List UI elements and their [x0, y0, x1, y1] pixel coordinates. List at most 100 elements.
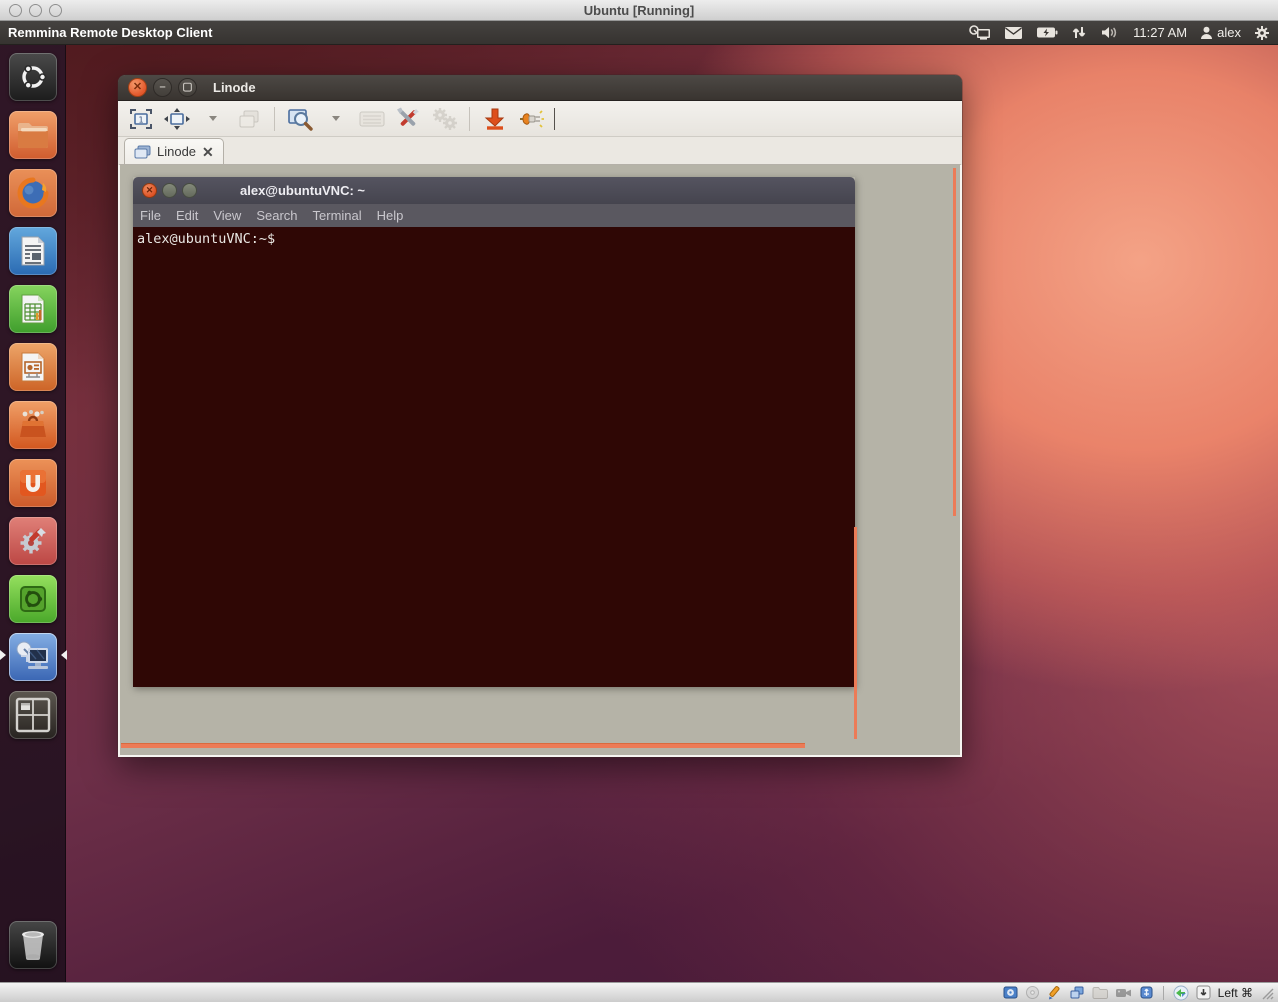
menubar-app-title[interactable]: Remmina Remote Desktop Client	[8, 25, 212, 40]
unity-launcher	[0, 45, 66, 982]
remmina-applet-icon[interactable]	[969, 25, 991, 41]
ubuntu-one-icon	[16, 466, 50, 500]
terminal-window-title: alex@ubuntuVNC: ~	[240, 183, 365, 198]
launcher-item-files[interactable]	[9, 111, 57, 159]
menu-view[interactable]: View	[213, 208, 241, 223]
terminal-close-button[interactable]: ✕	[142, 183, 157, 198]
disconnect-button[interactable]	[516, 105, 546, 133]
fullscreen-button[interactable]: 1	[126, 105, 156, 133]
user-icon	[1200, 26, 1213, 40]
statusbar-separator	[1163, 986, 1164, 1000]
remmina-tabbar: Linode ✕	[118, 137, 962, 164]
volume-icon[interactable]	[1100, 25, 1120, 40]
menu-help[interactable]: Help	[377, 208, 404, 223]
shared-folders-icon[interactable]	[1092, 986, 1108, 999]
terminal-minimize-button[interactable]	[162, 183, 177, 198]
usb-icon[interactable]	[1139, 985, 1154, 1000]
resize-grip[interactable]	[1260, 986, 1274, 1000]
network-traffic-icon[interactable]	[1071, 25, 1087, 40]
terminal-maximize-button[interactable]	[182, 183, 197, 198]
host-key-label: Left ⌘	[1218, 986, 1253, 1000]
tools-button[interactable]	[393, 105, 423, 133]
network-icon[interactable]	[1069, 985, 1085, 1000]
remmina-window-title: Linode	[213, 80, 256, 95]
fullscreen-icon: 1	[129, 108, 153, 130]
vbox-window-titlebar: Ubuntu [Running]	[0, 0, 1278, 21]
clock[interactable]: 11:27 AM	[1133, 25, 1187, 40]
remmina-window: ✕ – ▢ Linode 1	[118, 75, 962, 757]
mouse-integration-icon[interactable]	[1173, 985, 1189, 1001]
hard-disks-icon[interactable]	[1003, 985, 1018, 1000]
dropdown-arrow-icon	[332, 116, 340, 121]
terminal-titlebar[interactable]: ✕ alex@ubuntuVNC: ~	[133, 177, 855, 204]
tab-label: Linode	[157, 144, 196, 159]
firefox-icon	[15, 175, 51, 211]
launcher-item-workspace-switcher[interactable]	[9, 691, 57, 739]
vbox-window-title: Ubuntu [Running]	[0, 3, 1278, 18]
launcher-item-ubuntu-one[interactable]	[9, 459, 57, 507]
fit-window-dropdown[interactable]	[198, 105, 228, 133]
launcher-item-system-settings[interactable]	[9, 517, 57, 565]
scaled-magnifier-icon	[287, 107, 313, 131]
optical-drives-icon[interactable]	[1025, 985, 1040, 1000]
launcher-item-ubuntu-tweak[interactable]	[9, 575, 57, 623]
menu-search[interactable]: Search	[256, 208, 297, 223]
trash-icon	[18, 928, 48, 962]
tools-icon	[395, 106, 421, 132]
green-ubuntu-icon	[16, 582, 50, 616]
launcher-item-libreoffice-writer[interactable]	[9, 227, 57, 275]
session-gear-icon[interactable]	[1254, 25, 1270, 41]
remmina-close-button[interactable]: ✕	[128, 78, 147, 97]
disconnect-plug-icon	[518, 108, 544, 130]
host-key-state-icon[interactable]	[1196, 985, 1211, 1000]
user-name: alex	[1217, 25, 1241, 40]
vnc-redraw-artifact-horizontal	[121, 743, 805, 748]
remmina-titlebar[interactable]: ✕ – ▢ Linode	[118, 75, 962, 101]
tab-connection-icon	[134, 145, 151, 159]
focused-indicator-arrow	[61, 650, 67, 660]
launcher-item-dash-home[interactable]	[9, 53, 57, 101]
remmina-maximize-button[interactable]: ▢	[178, 78, 197, 97]
grab-keyboard-button[interactable]	[357, 105, 387, 133]
fit-window-button[interactable]	[162, 105, 192, 133]
vnc-redraw-artifact-vertical	[953, 168, 956, 516]
battery-icon[interactable]	[1036, 26, 1058, 39]
calc-spreadsheet-icon	[19, 293, 47, 325]
indicator-area: 11:27 AM alex	[969, 25, 1270, 41]
scaled-mode-button[interactable]	[285, 105, 315, 133]
user-menu[interactable]: alex	[1200, 25, 1241, 40]
software-center-bag-icon	[16, 408, 50, 442]
duplicate-connection-button[interactable]	[234, 105, 264, 133]
toolbar-separator	[469, 107, 470, 131]
launcher-item-libreoffice-calc[interactable]	[9, 285, 57, 333]
remmina-minimize-button[interactable]: –	[153, 78, 172, 97]
launcher-item-trash[interactable]	[9, 921, 57, 969]
remmina-remote-icon	[15, 640, 51, 674]
preferences-button[interactable]	[429, 105, 459, 133]
impress-presentation-icon	[19, 351, 47, 383]
terminal-body[interactable]: alex@ubuntuVNC:~$	[133, 227, 855, 687]
ubuntu-logo-icon	[17, 61, 49, 93]
menu-edit[interactable]: Edit	[176, 208, 198, 223]
vbox-statusbar: Left ⌘	[0, 982, 1278, 1002]
launcher-item-software-center[interactable]	[9, 401, 57, 449]
remote-desktop-view[interactable]: ✕ alex@ubuntuVNC: ~ File Edit View Searc…	[118, 164, 962, 757]
folder-icon	[16, 120, 50, 150]
scaled-mode-dropdown[interactable]	[321, 105, 351, 133]
keyboard-icon	[359, 110, 385, 128]
tab-close-button[interactable]: ✕	[202, 145, 214, 159]
minimize-arrow-icon	[484, 107, 506, 131]
display-icon[interactable]	[1115, 986, 1132, 999]
audio-icon[interactable]	[1047, 985, 1062, 1000]
tab-linode[interactable]: Linode ✕	[124, 138, 224, 164]
mail-icon[interactable]	[1004, 26, 1023, 40]
toolbar-separator	[274, 107, 275, 131]
launcher-item-firefox[interactable]	[9, 169, 57, 217]
settings-gear-icon	[16, 524, 50, 558]
menu-terminal[interactable]: Terminal	[313, 208, 362, 223]
terminal-prompt: alex@ubuntuVNC:~$	[137, 231, 275, 247]
launcher-item-libreoffice-impress[interactable]	[9, 343, 57, 391]
minimize-button[interactable]	[480, 105, 510, 133]
menu-file[interactable]: File	[140, 208, 161, 223]
launcher-item-remmina[interactable]	[9, 633, 57, 681]
